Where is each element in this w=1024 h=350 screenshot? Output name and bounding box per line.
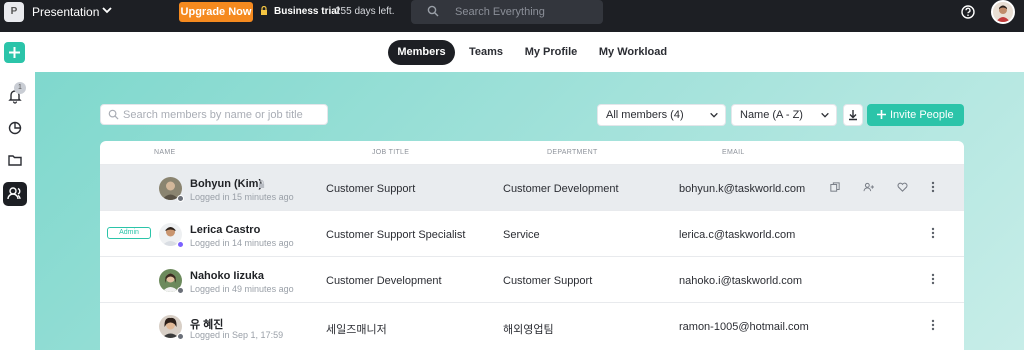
top-bar: P Presentation Upgrade Now Business tria…	[0, 0, 1024, 32]
member-email[interactable]: ramon-1005@hotmail.com	[679, 321, 809, 333]
more-options-icon[interactable]	[931, 272, 935, 286]
invite-people-button[interactable]: Invite People	[867, 104, 964, 126]
column-header-email[interactable]: EMAIL	[722, 149, 745, 156]
member-search-placeholder: Search members by name or job title	[123, 109, 303, 121]
sort-select[interactable]: Name (A - Z)	[731, 104, 837, 126]
sort-value: Name (A - Z)	[740, 109, 803, 121]
column-header-department[interactable]: DEPARTMENT	[547, 149, 598, 156]
help-icon[interactable]	[961, 5, 975, 19]
column-header-job-title[interactable]: JOB TITLE	[372, 149, 409, 156]
status-indicator	[177, 195, 184, 202]
trial-days-left: 255 days left.	[335, 6, 395, 17]
member-last-login: Logged in Sep 1, 17:59	[190, 330, 284, 340]
column-header-name[interactable]: NAME	[154, 149, 175, 156]
member-department: Customer Support	[503, 275, 593, 287]
member-job-title: Customer Support	[326, 183, 416, 195]
lock-icon	[261, 6, 267, 15]
notification-badge: 1	[14, 82, 26, 94]
member-last-login: Logged in 49 minutes ago	[190, 284, 294, 294]
member-email[interactable]: lerica.c@taskworld.com	[679, 229, 795, 241]
member-last-login: Logged in 14 minutes ago	[190, 238, 294, 248]
members-table: NAME JOB TITLE DEPARTMENT EMAIL Bohyun (…	[100, 141, 964, 350]
member-last-login: Logged in 15 minutes ago	[190, 192, 294, 202]
status-indicator	[177, 333, 184, 340]
tab-bar: Members Teams My Profile My Workload	[33, 32, 1024, 72]
chevron-down-icon	[710, 112, 718, 118]
table-row[interactable]: Admin Lerica Castro Logged in 14 minutes…	[100, 210, 964, 256]
member-department: Service	[503, 229, 540, 241]
member-department: 해외영업팀	[503, 324, 554, 336]
global-search-input[interactable]: Search Everything	[411, 0, 603, 24]
member-name[interactable]: Bohyun (Kim)	[190, 178, 262, 190]
tab-my-workload[interactable]: My Workload	[596, 40, 670, 65]
copy-icon[interactable]	[830, 182, 840, 192]
user-avatar[interactable]	[991, 0, 1015, 24]
tab-my-profile[interactable]: My Profile	[521, 40, 581, 65]
members-nav-button[interactable]	[3, 182, 27, 206]
more-options-icon[interactable]	[931, 226, 935, 240]
member-search-input[interactable]: Search members by name or job title	[100, 104, 328, 125]
heart-icon[interactable]	[897, 182, 908, 192]
upgrade-button[interactable]: Upgrade Now	[179, 2, 253, 22]
tab-members[interactable]: Members	[388, 40, 455, 65]
member-job-title: Customer Development	[326, 275, 442, 287]
member-email[interactable]: nahoko.i@taskworld.com	[679, 275, 802, 287]
workspace-avatar[interactable]: P	[4, 2, 24, 22]
member-name[interactable]: Lerica Castro	[190, 224, 260, 236]
status-indicator	[177, 241, 184, 248]
admin-badge: Admin	[107, 227, 151, 239]
global-search-placeholder: Search Everything	[455, 6, 545, 18]
table-row[interactable]: Bohyun (Kim) Logged in 15 minutes ago Cu…	[100, 164, 964, 210]
member-filter-value: All members (4)	[606, 109, 684, 121]
pie-chart-icon[interactable]	[7, 120, 23, 136]
folder-icon[interactable]	[7, 152, 23, 168]
table-header: NAME JOB TITLE DEPARTMENT EMAIL	[100, 141, 964, 164]
workspace-name[interactable]: Presentation	[32, 5, 99, 19]
search-icon	[108, 109, 119, 120]
invite-people-label: Invite People	[890, 109, 954, 121]
plus-icon	[877, 110, 886, 119]
table-row[interactable]: 유 혜진 Logged in Sep 1, 17:59 세일즈매니저 해외영업팀…	[100, 302, 964, 348]
download-icon	[849, 110, 857, 121]
more-options-icon[interactable]	[931, 180, 935, 194]
trial-label: Business trial	[274, 6, 340, 17]
status-indicator	[177, 287, 184, 294]
download-button[interactable]	[843, 104, 863, 126]
more-options-icon[interactable]	[931, 318, 935, 332]
member-name[interactable]: Nahoko Iizuka	[190, 270, 264, 282]
lock-icon	[258, 180, 265, 188]
plus-icon	[9, 47, 20, 58]
member-job-title: 세일즈매니저	[326, 324, 387, 336]
people-icon	[7, 187, 21, 200]
member-department: Customer Development	[503, 183, 619, 195]
sidebar: 1	[0, 32, 33, 350]
tab-teams[interactable]: Teams	[465, 40, 507, 65]
chevron-down-icon	[821, 112, 829, 118]
search-icon	[427, 5, 439, 17]
member-email[interactable]: bohyun.k@taskworld.com	[679, 183, 805, 195]
chevron-down-icon[interactable]	[101, 4, 113, 16]
member-filter-select[interactable]: All members (4)	[597, 104, 726, 126]
table-row[interactable]: Nahoko Iizuka Logged in 49 minutes ago C…	[100, 256, 964, 302]
member-job-title: Customer Support Specialist	[326, 229, 466, 241]
create-button[interactable]	[4, 42, 25, 63]
add-to-team-icon[interactable]	[863, 182, 875, 192]
